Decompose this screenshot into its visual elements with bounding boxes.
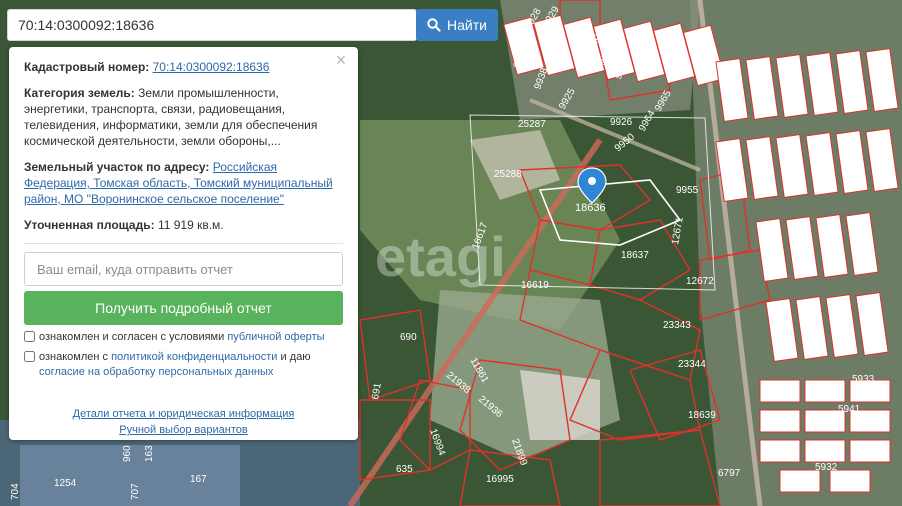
offer-consent-text: ознакомлен и согласен с условиями публич… <box>39 330 325 345</box>
parcel-label: 12672 <box>686 276 714 287</box>
parcel-label: 18639 <box>688 410 716 421</box>
divider <box>24 243 343 244</box>
search-button[interactable]: Найти <box>416 9 498 41</box>
cadastral-number-link[interactable]: 70:14:0300092:18636 <box>153 60 270 74</box>
parcel-label: 163 <box>144 445 155 462</box>
parcel-label: 5941 <box>838 404 861 415</box>
land-category-label: Категория земель: <box>24 86 135 100</box>
offer-consent-label: ознакомлен и согласен с условиями <box>39 331 225 343</box>
parcel-label: 1254 <box>54 478 77 489</box>
parcel-label: 707 <box>130 483 141 500</box>
land-category-row: Категория земель: Земли промышленности, … <box>24 85 343 149</box>
privacy-consent-label: ознакомлен с <box>39 351 109 363</box>
parcel-label: 23343 <box>663 320 691 331</box>
address-label: Земельный участок по адресу: <box>24 160 210 174</box>
parcel-label: 16619 <box>521 280 549 291</box>
parcel-label: 25288 <box>494 169 522 180</box>
area-value: 11 919 кв.м. <box>157 218 224 232</box>
offer-consent-row: ознакомлен и согласен с условиями публич… <box>24 330 343 345</box>
offer-consent-checkbox[interactable] <box>24 331 35 342</box>
parcel-label: 23344 <box>678 359 706 370</box>
privacy-consent-checkbox[interactable] <box>24 351 35 362</box>
search-bar: Найти <box>7 9 498 41</box>
cadastral-search-input[interactable] <box>7 9 417 41</box>
privacy-policy-link[interactable]: политикой конфиденциальности <box>111 351 277 363</box>
bottom-links: Детали отчета и юридическая информация Р… <box>24 406 343 438</box>
parcel-label: 167 <box>190 474 207 485</box>
close-icon[interactable]: × <box>332 51 350 69</box>
search-button-label: Найти <box>447 17 487 33</box>
parcel-label: 635 <box>396 464 413 475</box>
privacy-consent-text: ознакомлен с политикой конфиденциальност… <box>39 350 343 380</box>
manual-selection-link[interactable]: Ручной выбор вариантов <box>24 422 343 438</box>
selected-parcel-label: 18636 <box>575 202 606 214</box>
public-offer-link[interactable]: публичной оферты <box>227 331 324 343</box>
personal-data-consent-link[interactable]: согласие на обработку персональных данны… <box>39 366 273 378</box>
parcel-label: 6797 <box>718 468 741 479</box>
parcel-label: 9955 <box>676 185 699 196</box>
area-row: Уточненная площадь: 11 919 кв.м. <box>24 217 343 233</box>
privacy-consent-mid: и даю <box>280 351 311 363</box>
report-details-link[interactable]: Детали отчета и юридическая информация <box>24 406 343 422</box>
email-field[interactable] <box>24 252 343 286</box>
parcel-label: 960 <box>122 445 133 462</box>
parcel-label: 704 <box>10 483 21 500</box>
parcel-label: 16995 <box>486 474 514 485</box>
area-label: Уточненная площадь: <box>24 218 155 232</box>
parcel-info-panel: × Кадастровый номер: 70:14:0300092:18636… <box>9 47 358 440</box>
parcel-label: 690 <box>400 332 417 343</box>
cadastral-number-row: Кадастровый номер: 70:14:0300092:18636 <box>24 59 343 75</box>
parcel-label: 5932 <box>815 462 838 473</box>
parcel-label: 5933 <box>852 374 875 385</box>
parcel-label: 18637 <box>621 250 649 261</box>
privacy-consent-row: ознакомлен с политикой конфиденциальност… <box>24 350 343 380</box>
get-report-button[interactable]: Получить подробный отчет <box>24 291 343 325</box>
address-row: Земельный участок по адресу: Российская … <box>24 159 343 207</box>
parcel-label: 25287 <box>518 119 546 130</box>
cadastral-number-label: Кадастровый номер: <box>24 60 150 74</box>
parcel-label: 9926 <box>610 117 633 128</box>
search-icon <box>427 18 441 32</box>
